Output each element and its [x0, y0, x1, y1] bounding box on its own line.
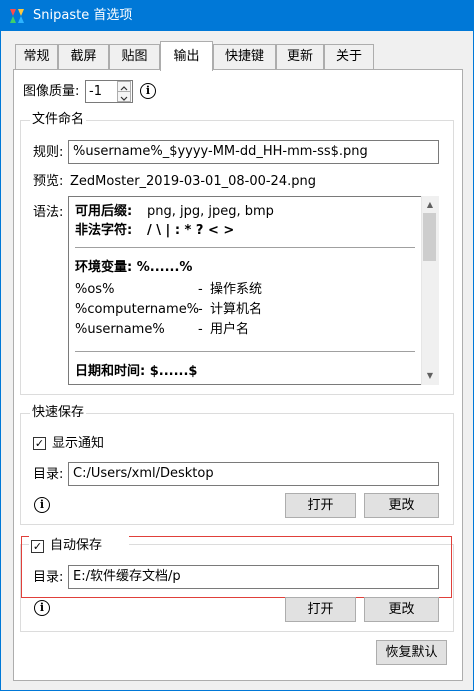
snipaste-logo-icon — [10, 9, 24, 23]
scroll-down-arrow-icon[interactable]: ▼ — [421, 368, 439, 384]
scroll-up-arrow-icon[interactable]: ▲ — [421, 197, 439, 213]
syntax-label: 语法: — [33, 205, 64, 220]
env-var-dash: - — [198, 302, 203, 317]
restore-defaults-button[interactable]: 恢复默认 — [376, 640, 447, 665]
illegal-chars-label: 非法字符: — [75, 223, 133, 238]
env-var-desc: 用户名 — [210, 322, 250, 337]
quick-save-change-button[interactable]: 更改 — [364, 493, 439, 518]
env-var-desc: 操作系统 — [210, 282, 263, 297]
preview-value: ZedMoster_2019-03-01_08-00-24.png — [70, 174, 316, 189]
auto-save-dir-input[interactable]: E:/软件缓存文档/p — [68, 565, 439, 589]
rule-label: 规则: — [33, 145, 64, 160]
datetime-label: 日期和时间: $......$ — [75, 364, 198, 379]
rule-input[interactable]: %username%_$yyyy-MM-dd_HH-mm-ss$.png — [68, 140, 439, 164]
tab-about[interactable]: 关于 — [324, 44, 374, 69]
auto-save-open-button[interactable]: 打开 — [285, 597, 356, 622]
info-icon[interactable]: i — [34, 600, 50, 616]
window-title: Snipaste 首选项 — [33, 8, 133, 23]
tab-general[interactable]: 常规 — [15, 44, 58, 69]
image-quality-label: 图像质量: — [23, 84, 80, 99]
info-icon[interactable]: i — [34, 497, 50, 513]
show-notification-checkbox[interactable]: ✓ — [33, 437, 46, 450]
illegal-chars-value: / \ | : * ? < > — [147, 223, 235, 238]
env-var-dash: - — [198, 322, 203, 337]
auto-save-checkbox[interactable]: ✓ — [31, 540, 44, 553]
env-var-name: %username% — [75, 322, 165, 337]
env-vars-label: 环境变量: %......% — [75, 260, 193, 275]
preview-label: 预览: — [33, 174, 64, 189]
quick-save-open-button[interactable]: 打开 — [285, 493, 356, 518]
file-naming-legend: 文件命名 — [30, 112, 87, 128]
tab-capture[interactable]: 截屏 — [58, 44, 109, 69]
quick-save-legend: 快速保存 — [30, 405, 87, 421]
tab-output[interactable]: 输出 — [160, 41, 213, 71]
quick-save-dir-input[interactable]: C:/Users/xml/Desktop — [68, 462, 439, 486]
env-var-name: %computername% — [75, 302, 200, 317]
suffix-value: png, jpg, jpeg, bmp — [147, 204, 274, 219]
tab-pin[interactable]: 贴图 — [109, 44, 160, 69]
env-var-name: %os% — [75, 282, 115, 297]
tab-hotkeys[interactable]: 快捷键 — [213, 44, 276, 69]
auto-save-label: 自动保存 — [50, 538, 103, 553]
image-quality-value: -1 — [89, 84, 102, 99]
suffix-label: 可用后缀: — [75, 204, 133, 219]
info-icon[interactable]: i — [140, 83, 156, 99]
spin-down-button[interactable] — [117, 91, 131, 102]
syntax-divider — [75, 351, 415, 352]
quick-save-dir-label: 目录: — [33, 467, 64, 482]
scrollbar-thumb[interactable] — [423, 213, 436, 261]
env-var-dash: - — [198, 282, 203, 297]
title-bar: Snipaste 首选项 — [0, 0, 474, 31]
auto-save-dir-label: 目录: — [33, 570, 64, 585]
syntax-divider — [75, 247, 415, 248]
chevron-down-icon — [120, 96, 128, 101]
env-var-desc: 计算机名 — [210, 302, 263, 317]
tab-update[interactable]: 更新 — [276, 44, 324, 69]
show-notification-label: 显示通知 — [52, 436, 105, 451]
auto-save-change-button[interactable]: 更改 — [364, 597, 439, 622]
